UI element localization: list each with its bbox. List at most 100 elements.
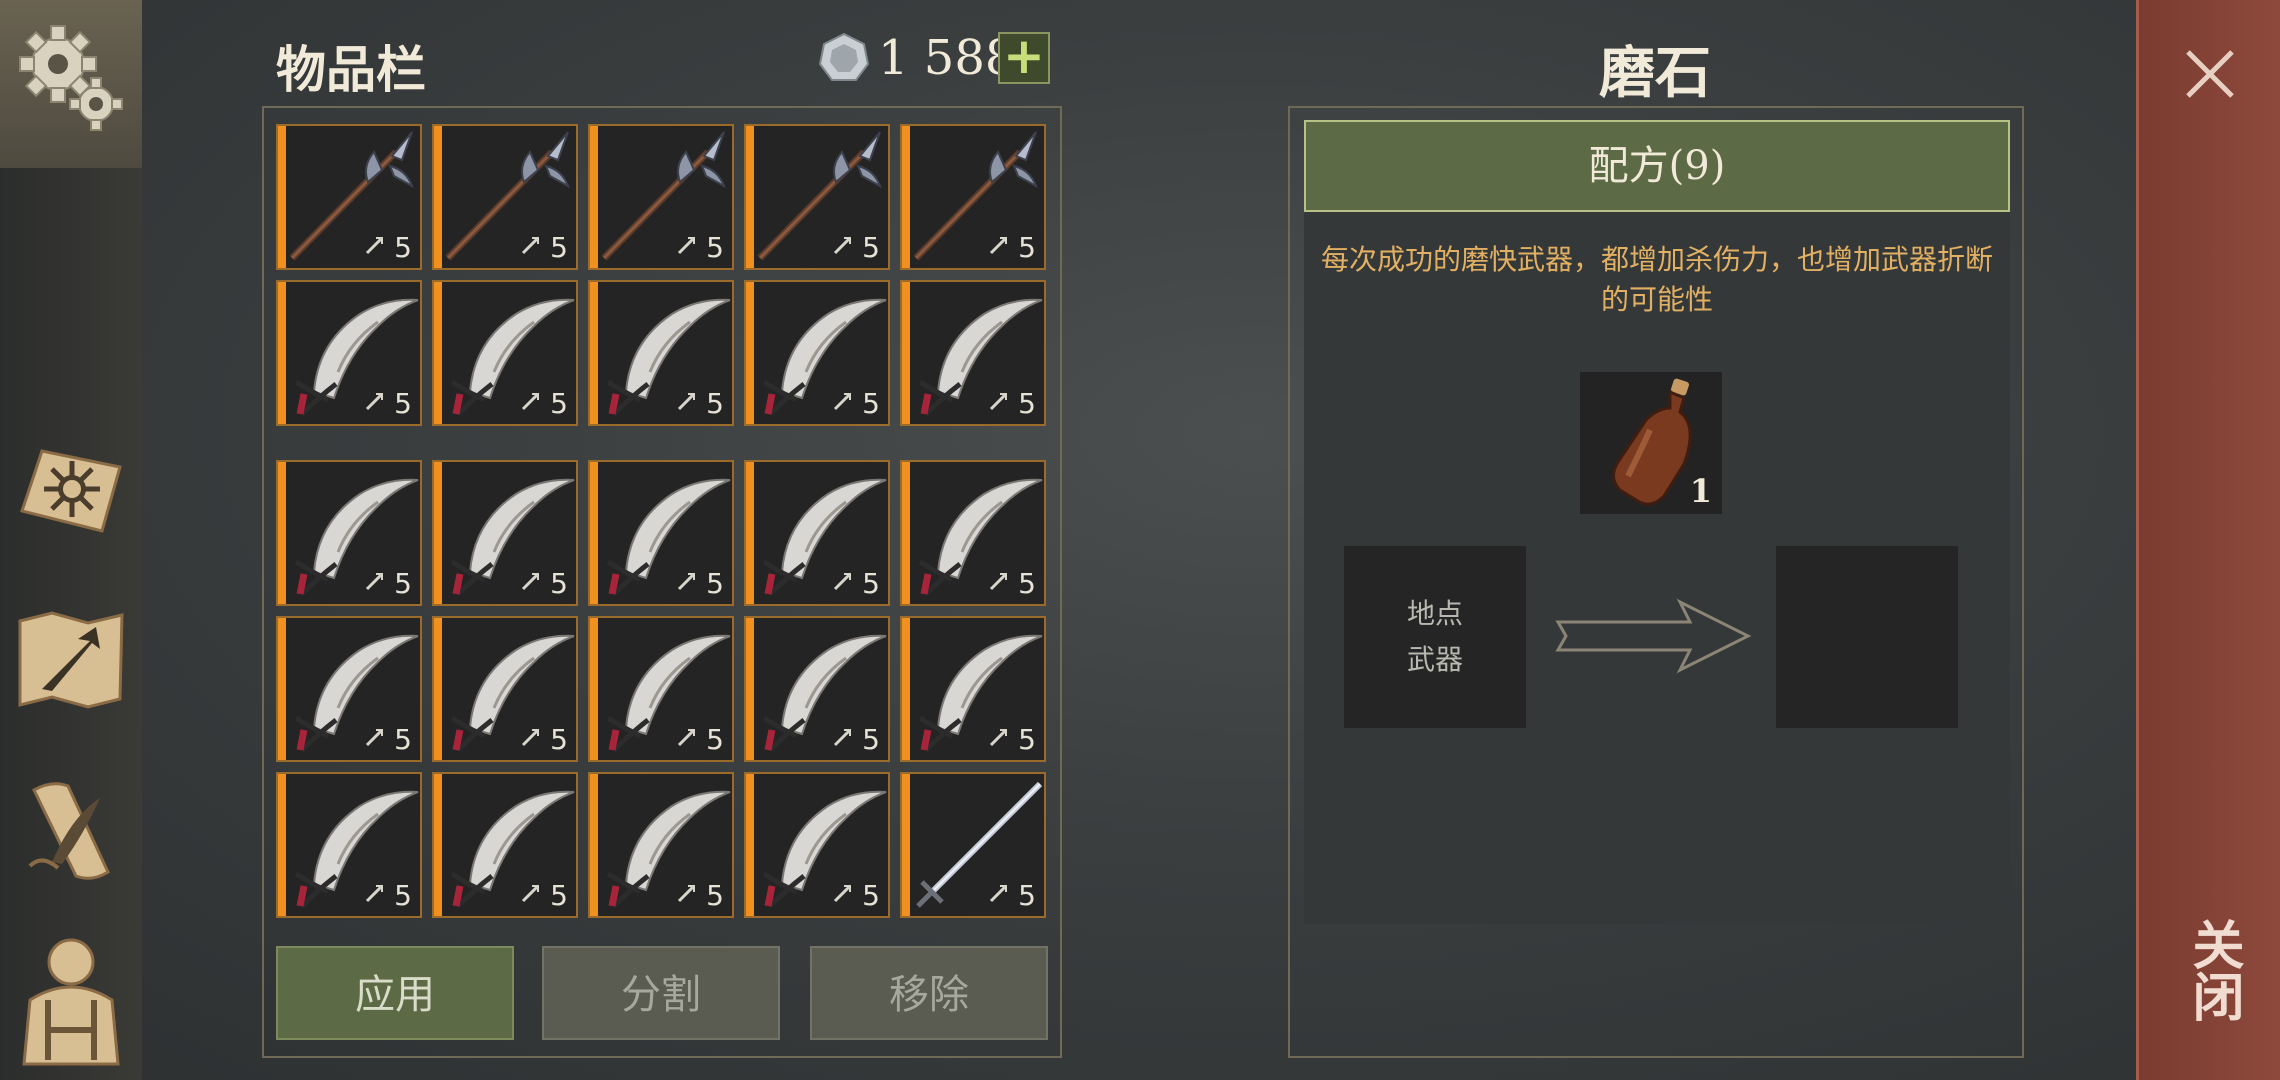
- sharpen-icon: [989, 885, 1007, 903]
- item-level: 5: [394, 387, 412, 420]
- item-level: 5: [862, 723, 880, 756]
- sharpen-icon: [677, 237, 695, 255]
- inventory-slot[interactable]: 5: [900, 772, 1046, 918]
- inventory-slot[interactable]: 5: [432, 124, 578, 270]
- inventory-slot[interactable]: 5: [432, 280, 578, 426]
- inventory-slot[interactable]: 5: [588, 124, 734, 270]
- inventory-slot[interactable]: 5: [432, 616, 578, 762]
- sun-book-icon: [20, 449, 122, 533]
- inventory-slot[interactable]: 5: [276, 616, 422, 762]
- item-level: 5: [394, 231, 412, 264]
- inventory-slot[interactable]: 5: [744, 124, 890, 270]
- item-level: 5: [550, 723, 568, 756]
- inventory-slot[interactable]: 5: [744, 772, 890, 918]
- inventory-slot[interactable]: 5: [744, 616, 890, 762]
- inventory-slot[interactable]: 5: [432, 772, 578, 918]
- item-level: 5: [862, 387, 880, 420]
- sharpen-icon: [989, 237, 1007, 255]
- inventory-slot[interactable]: 5: [588, 280, 734, 426]
- inventory-slot[interactable]: 5: [432, 460, 578, 606]
- item-level: 5: [550, 231, 568, 264]
- scroll-quill-icon: [28, 782, 110, 880]
- sharpen-icon: [521, 237, 539, 255]
- item-level: 5: [550, 567, 568, 600]
- sharpen-icon: [521, 573, 539, 591]
- sharpen-icon: [677, 885, 695, 903]
- inventory-slot[interactable]: 5: [900, 616, 1046, 762]
- plus-icon: +: [1003, 27, 1045, 85]
- settings-button[interactable]: [0, 0, 142, 168]
- sharpen-icon: [365, 393, 383, 411]
- ingredient-count: 1: [1689, 472, 1712, 510]
- sharpen-icon: [833, 729, 851, 747]
- close-icon[interactable]: [2180, 44, 2240, 104]
- inventory-slot[interactable]: 5: [588, 772, 734, 918]
- sharpen-icon: [521, 729, 539, 747]
- sidebar: [0, 0, 142, 1080]
- add-currency-button[interactable]: +: [998, 31, 1050, 84]
- inventory-slot[interactable]: 5: [276, 124, 422, 270]
- inventory-slot[interactable]: 5: [900, 280, 1046, 426]
- apply-button[interactable]: 应用: [276, 946, 514, 1040]
- inventory-slot[interactable]: 5: [744, 280, 890, 426]
- item-level: 5: [1018, 231, 1036, 264]
- currency-value: 1 588: [878, 30, 1016, 86]
- item-level: 5: [550, 387, 568, 420]
- inventory-title: 物品栏: [276, 41, 426, 99]
- item-level: 5: [706, 723, 724, 756]
- inventory-slot[interactable]: 5: [588, 460, 734, 606]
- inventory-slot[interactable]: 5: [276, 280, 422, 426]
- item-level: 5: [1018, 879, 1036, 912]
- journal-button[interactable]: [12, 432, 130, 550]
- item-level: 5: [706, 387, 724, 420]
- panel-title: 磨石: [1599, 41, 1711, 106]
- recipe-tab[interactable]: 配方(9): [1304, 120, 2010, 212]
- remove-button[interactable]: 移除: [810, 946, 1048, 1040]
- item-level: 5: [1018, 723, 1036, 756]
- inventory-slot[interactable]: 5: [900, 124, 1046, 270]
- ingredient-slot[interactable]: 1: [1580, 372, 1722, 514]
- sharpen-icon: [833, 393, 851, 411]
- inventory-slot[interactable]: 5: [588, 616, 734, 762]
- inventory-slot[interactable]: 5: [276, 772, 422, 918]
- sharpen-icon: [677, 573, 695, 591]
- sharpen-icon: [365, 729, 383, 747]
- weapon-input-slot[interactable]: 地点 武器: [1344, 546, 1526, 728]
- inventory-slot[interactable]: 5: [276, 460, 422, 606]
- item-level: 5: [550, 879, 568, 912]
- map-button[interactable]: [12, 600, 130, 718]
- output-slot: [1776, 546, 1958, 728]
- sharpen-icon: [521, 885, 539, 903]
- inventory-slot[interactable]: 5: [900, 460, 1046, 606]
- sharpen-icon: [833, 573, 851, 591]
- item-level: 5: [394, 879, 412, 912]
- silver-coin-icon: [818, 32, 870, 81]
- inventory-slot[interactable]: 5: [744, 460, 890, 606]
- input-slot-label-2: 武器: [1406, 643, 1463, 676]
- arrow-right-icon: [1555, 598, 1752, 674]
- character-button[interactable]: [12, 930, 130, 1070]
- quests-button[interactable]: [12, 772, 130, 890]
- item-level: 5: [862, 879, 880, 912]
- item-level: 5: [1018, 567, 1036, 600]
- recipe-description: 每次成功的磨快武器，都增加杀伤力，也增加武器折断的可能性: [1320, 243, 1993, 316]
- sharpen-icon: [989, 573, 1007, 591]
- item-level: 5: [706, 567, 724, 600]
- sharpen-icon: [833, 885, 851, 903]
- sharpen-icon: [677, 729, 695, 747]
- item-level: 5: [394, 723, 412, 756]
- sharpen-icon: [833, 237, 851, 255]
- sharpen-icon: [365, 237, 383, 255]
- close-button[interactable]: 关闭: [2176, 918, 2251, 1022]
- item-level: 5: [862, 567, 880, 600]
- sharpen-icon: [677, 393, 695, 411]
- split-button[interactable]: 分割: [542, 946, 780, 1040]
- item-level: 5: [394, 567, 412, 600]
- sharpen-icon: [365, 573, 383, 591]
- map-arrow-icon: [18, 611, 124, 709]
- sharpen-icon: [521, 393, 539, 411]
- input-slot-label-1: 地点: [1406, 597, 1463, 630]
- sharpen-icon: [989, 729, 1007, 747]
- item-level: 5: [706, 879, 724, 912]
- item-level: 5: [706, 231, 724, 264]
